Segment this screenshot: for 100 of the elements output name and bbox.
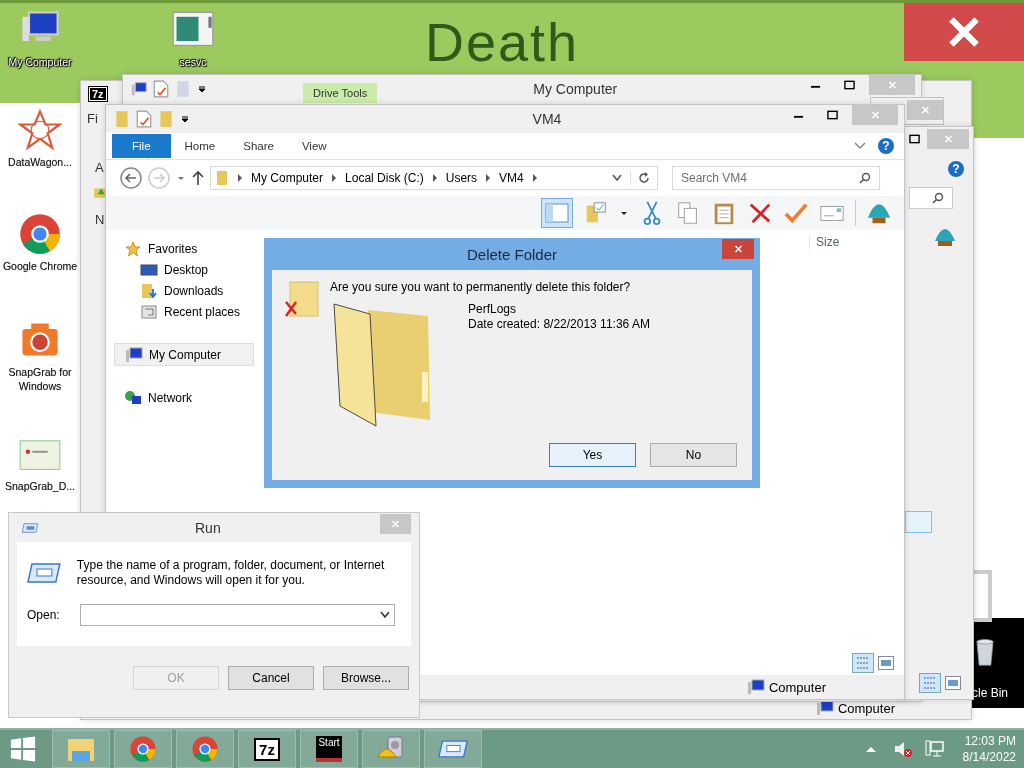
nav-item[interactable]: Downloads [114, 280, 254, 301]
search-field[interactable] [909, 187, 953, 209]
search-field[interactable]: Search VM4 [672, 166, 880, 190]
taskbar-button[interactable]: Start [300, 730, 358, 768]
breadcrumb-arrow-icon[interactable] [237, 174, 243, 182]
ribbon-tab[interactable]: Home [170, 134, 230, 158]
back-button[interactable] [120, 167, 142, 189]
dialog-message: Are you sure you want to permanently delete this folder? [330, 280, 632, 294]
column-header[interactable]: Size [809, 235, 880, 249]
dialog-button[interactable]: Browse... [323, 665, 409, 690]
desktop-shortcut[interactable]: Google Chrome [2, 212, 78, 273]
app-icon: 7z [89, 87, 107, 101]
chevron-down-icon[interactable] [854, 142, 866, 150]
shortcut-label: My Computer [8, 55, 72, 69]
search-icon [859, 172, 871, 184]
taskbar-button[interactable] [176, 730, 234, 768]
speaker-muted-icon[interactable] [892, 740, 913, 758]
dialog-title: Run [195, 519, 221, 536]
maximize-icon [843, 80, 855, 90]
run-icon [21, 521, 39, 534]
dialog-button[interactable]: Yes [549, 443, 636, 467]
dialog-button[interactable]: Cancel [228, 665, 314, 690]
chevron-down-icon [380, 611, 390, 619]
nav-item[interactable]: Network [114, 387, 254, 408]
ribbon-context-tab[interactable]: Drive Tools [303, 83, 378, 103]
breadcrumb-arrow-icon[interactable] [431, 174, 438, 182]
address-bar[interactable]: My Computer Local Disk (C:) Users VM4 [210, 166, 658, 190]
folder-icon [215, 170, 229, 186]
windows-logo-icon[interactable] [10, 736, 36, 762]
taskbar-button[interactable] [424, 730, 482, 768]
show-hidden-icons-icon[interactable] [864, 745, 877, 753]
breadcrumb-item[interactable]: Users [445, 171, 478, 185]
help-icon[interactable]: ? [948, 161, 964, 177]
breadcrumb-item[interactable]: VM4 [499, 171, 524, 185]
details-view-icon[interactable] [919, 673, 941, 693]
breadcrumb-item[interactable]: My Computer [251, 171, 324, 185]
ribbon-tab[interactable]: Fi [87, 111, 98, 126]
taskbar-button[interactable] [362, 730, 420, 768]
clock-time: 12:03 PM [964, 733, 1016, 749]
selected-item[interactable] [905, 511, 932, 533]
desktop-shortcut[interactable]: DataWagon... [2, 108, 78, 169]
desktop-shortcut[interactable]: SnapGrab_D... [2, 432, 78, 493]
close-icon [919, 105, 931, 115]
preview-pane-icon[interactable] [541, 198, 573, 228]
download-folder-icon [140, 282, 158, 299]
shortcut-label: sesvc [179, 55, 207, 69]
star-icon [18, 108, 62, 152]
run-icon [27, 562, 61, 584]
ribbon-label: A [95, 160, 104, 175]
column-header[interactable]: N [95, 212, 105, 227]
taskbar-button[interactable]: 7z [238, 730, 296, 768]
ribbon-tab[interactable]: File [112, 134, 171, 158]
thumbnail-view-icon[interactable] [878, 656, 894, 670]
app-icon: 7z [254, 737, 280, 761]
computer-icon [746, 679, 765, 695]
ribbon-tab[interactable]: View [287, 134, 341, 158]
shortcut-label: SnapGrab_D... [4, 479, 75, 493]
network-icon[interactable] [924, 740, 945, 758]
nav-item[interactable]: Favorites [114, 238, 254, 259]
desktop-icon [140, 261, 158, 278]
dialog-title: Delete Folder [466, 245, 557, 263]
desktop-shortcut[interactable]: SnapGrab for Windows [2, 318, 78, 393]
nav-item[interactable]: Recent places [114, 301, 254, 322]
maximize-icon [826, 110, 838, 120]
nav-item[interactable]: My Computer [114, 343, 254, 366]
wallpaper-text: Death [425, 14, 580, 70]
breadcrumb-arrow-icon[interactable] [331, 174, 338, 182]
clock-date: 8/14/2022 [962, 749, 1016, 765]
taskbar-button[interactable] [52, 730, 110, 768]
properties-icon[interactable] [153, 80, 169, 98]
folder-date: Date created: 8/22/2013 11:36 AM [468, 317, 650, 332]
chevron-down-icon[interactable] [612, 174, 622, 182]
close-button[interactable] [722, 239, 754, 259]
up-arrow-icon[interactable] [192, 170, 204, 186]
status-text: Computer [837, 700, 895, 716]
help-icon[interactable]: ? [878, 138, 894, 154]
breadcrumb-arrow-icon[interactable] [531, 174, 538, 182]
taskbar-button[interactable] [114, 730, 172, 768]
star-icon [124, 240, 142, 257]
close-icon [942, 134, 954, 144]
details-view-icon[interactable] [852, 653, 874, 673]
dropdown-icon[interactable] [197, 84, 207, 94]
dialog-button[interactable]: No [650, 443, 737, 467]
ribbon-tab[interactable]: Share [229, 134, 288, 158]
open-combo-field[interactable] [79, 604, 395, 626]
search-icon [932, 192, 944, 204]
breadcrumb-arrow-icon[interactable] [485, 174, 492, 182]
close-icon [732, 244, 744, 254]
shortcut-label: SnapGrab for Windows [7, 365, 73, 393]
nav-item[interactable]: Desktop [114, 259, 254, 280]
window-title: My Computer [533, 81, 619, 97]
field-label: Open: [27, 608, 60, 622]
thumbnail-view-icon[interactable] [945, 676, 961, 690]
breadcrumb-item[interactable]: Local Disk (C:) [345, 171, 424, 185]
folder-name: PerfLogs [468, 302, 518, 317]
properties-icon[interactable] [136, 110, 152, 128]
folder-icon [114, 110, 130, 128]
app-icon: Start [316, 736, 342, 762]
shortcut-label: Google Chrome [2, 259, 78, 273]
dropdown-icon[interactable] [180, 114, 190, 124]
